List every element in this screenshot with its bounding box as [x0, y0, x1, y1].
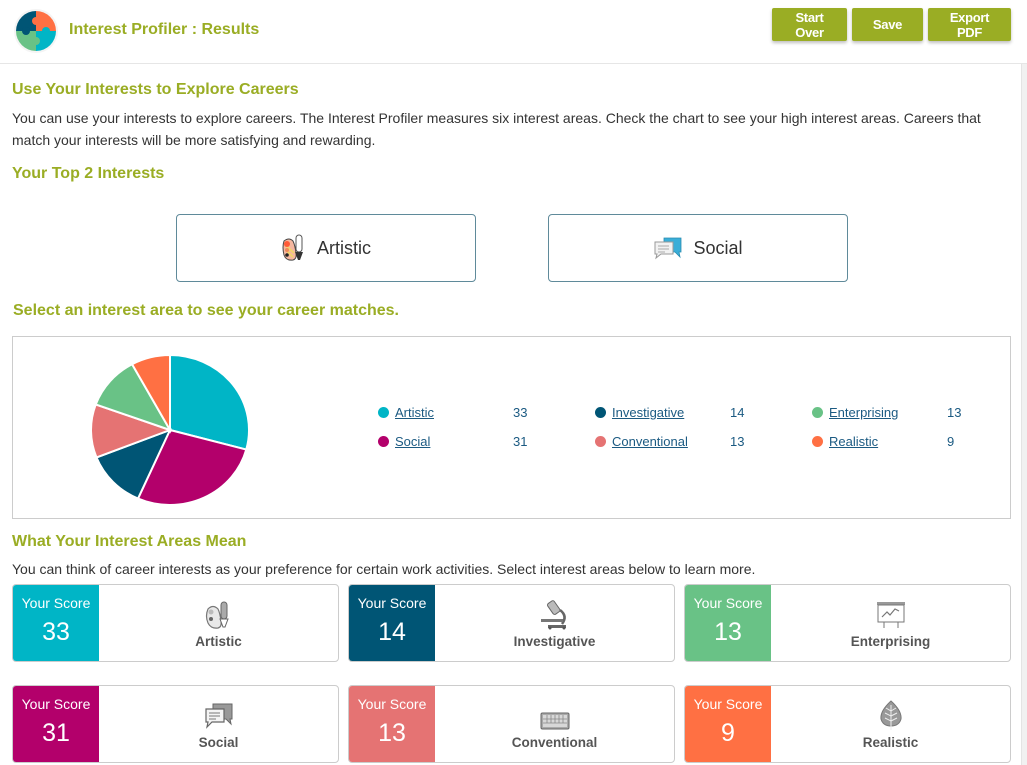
score-card-enterprising[interactable]: Your Score 13 Enterprising [684, 584, 1011, 662]
interest-areas-heading: What Your Interest Areas Mean [12, 533, 247, 550]
score-value: 9 [721, 719, 735, 747]
palette-icon [282, 234, 303, 261]
legend-link-conventional[interactable]: Conventional [612, 434, 688, 449]
puzzle-logo-icon [14, 9, 58, 53]
your-score-label: Your Score [357, 595, 427, 611]
legend-item-enterprising[interactable]: Enterprising [812, 405, 898, 420]
interest-name: Conventional [511, 734, 598, 750]
legend-item-realistic[interactable]: Realistic [812, 434, 878, 449]
legend-link-enterprising[interactable]: Enterprising [829, 405, 898, 420]
legend-value: 13 [947, 405, 962, 420]
top-interests-heading: Your Top 2 Interests [12, 165, 165, 182]
legend-dot [378, 436, 389, 447]
interest-areas-description: You can think of career interests as you… [12, 561, 756, 577]
select-interest-heading: Select an interest area to see your care… [13, 302, 399, 319]
header-actions: Start Over Save Export PDF [772, 8, 1011, 41]
interest-info: Enterprising [771, 585, 1010, 661]
save-button[interactable]: Save [852, 8, 923, 41]
score-value: 13 [714, 618, 742, 646]
legend-link-realistic[interactable]: Realistic [829, 434, 878, 449]
app-header: Interest Profiler : Results Start Over S… [0, 0, 1027, 64]
start-over-button[interactable]: Start Over [772, 8, 847, 41]
legend-item-artistic[interactable]: Artistic [378, 405, 434, 420]
score-value: 31 [42, 719, 70, 747]
score-card-realistic[interactable]: Your Score 9 Realistic [684, 685, 1011, 763]
legend-value: 14 [730, 405, 745, 420]
score-panel: Your Score 9 [685, 686, 771, 762]
vertical-scrollbar[interactable] [1021, 64, 1027, 765]
top-interest-social[interactable]: Social [548, 214, 848, 282]
interest-pie-chart [90, 353, 250, 506]
interest-info: Social [99, 686, 338, 762]
legend-value: 9 [947, 434, 955, 449]
top-interest-label: Artistic [317, 237, 371, 258]
chat-bubbles-icon [203, 699, 235, 731]
leaf-icon [878, 699, 904, 731]
your-score-label: Your Score [693, 696, 763, 712]
legend-value: 13 [730, 434, 745, 449]
score-value: 14 [378, 618, 406, 646]
score-panel: Your Score 14 [349, 585, 435, 661]
your-score-label: Your Score [21, 696, 91, 712]
interest-info: Artistic [99, 585, 338, 661]
your-score-label: Your Score [357, 696, 427, 712]
score-panel: Your Score 13 [685, 585, 771, 661]
interest-info: Realistic [771, 686, 1010, 762]
legend-dot [812, 436, 823, 447]
score-panel: Your Score 13 [349, 686, 435, 762]
score-card-social[interactable]: Your Score 31 Social [12, 685, 339, 763]
interest-chart-panel: Artistic 33 Social 31 Investigative 14 Convent… [12, 336, 1011, 519]
legend-link-artistic[interactable]: Artistic [395, 405, 434, 420]
interest-info: Conventional [435, 686, 674, 762]
legend-dot [378, 407, 389, 418]
app-title: Interest Profiler : Results [69, 21, 260, 38]
interest-name: Enterprising [850, 633, 931, 649]
legend-dot [595, 407, 606, 418]
interest-info: Investigative [435, 585, 674, 661]
top-interest-label: Social [693, 237, 743, 258]
legend-item-investigative[interactable]: Investigative [595, 405, 684, 420]
score-card-artistic[interactable]: Your Score 33 Artistic [12, 584, 339, 662]
chat-bubbles-icon [654, 237, 682, 260]
interest-name: Social [198, 734, 239, 750]
score-panel: Your Score 31 [13, 686, 99, 762]
interest-name: Artistic [195, 633, 242, 649]
legend-value: 33 [513, 405, 528, 420]
score-card-investigative[interactable]: Your Score 14 Investigative [348, 584, 675, 662]
palette-icon [204, 598, 234, 630]
top-interest-artistic[interactable]: Artistic [176, 214, 476, 282]
explore-description: You can use your interests to explore ca… [12, 110, 981, 148]
microscope-icon [538, 598, 572, 630]
score-panel: Your Score 33 [13, 585, 99, 661]
score-value: 33 [42, 618, 70, 646]
your-score-label: Your Score [693, 595, 763, 611]
legend-dot [812, 407, 823, 418]
legend-value: 31 [513, 434, 528, 449]
score-card-conventional[interactable]: Your Score 13 Conventional [348, 685, 675, 763]
explore-heading: Use Your Interests to Explore Careers [12, 81, 299, 98]
keyboard-icon [539, 699, 571, 731]
presentation-chart-icon [875, 598, 907, 630]
score-value: 13 [378, 719, 406, 747]
legend-link-social[interactable]: Social [395, 434, 430, 449]
export-pdf-button[interactable]: Export PDF [928, 8, 1011, 41]
legend-link-investigative[interactable]: Investigative [612, 405, 684, 420]
interest-name: Investigative [513, 633, 596, 649]
legend-item-social[interactable]: Social [378, 434, 430, 449]
your-score-label: Your Score [21, 595, 91, 611]
legend-dot [595, 436, 606, 447]
legend-item-conventional[interactable]: Conventional [595, 434, 688, 449]
interest-name: Realistic [862, 734, 919, 750]
